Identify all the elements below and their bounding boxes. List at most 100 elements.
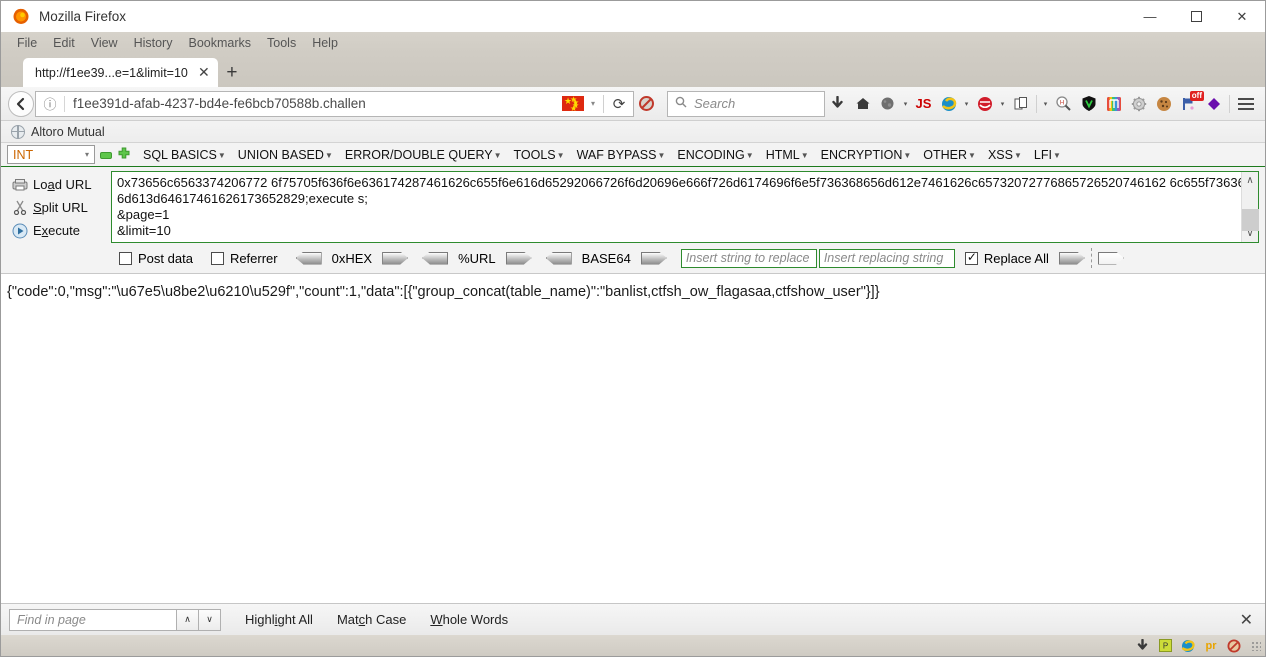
tamper-data-icon[interactable] [972,91,997,117]
injection-type-select[interactable]: INT ▾ [7,145,95,164]
flagfox-icon[interactable]: ★ ★ ★ ★ ★ [562,96,584,113]
post-data-checkbox[interactable]: Post data [119,251,193,266]
download-arrow-icon[interactable] [1134,638,1150,654]
replace-to-input[interactable]: Insert replacing string [818,248,955,268]
replace-extra-button[interactable] [1097,251,1124,265]
hackbar-menu-lfi[interactable]: LFI▼ [1034,148,1061,162]
add-tab-button[interactable] [117,147,131,162]
tamper-dropdown-caret-icon[interactable]: ▾ [997,100,1008,108]
site-identity-icon[interactable]: ⓘ [36,94,64,113]
js-toggle-icon[interactable]: JS [911,91,936,117]
scroll-up-icon[interactable]: ∧ [1246,172,1253,189]
execute-label: Execute [33,223,80,238]
url-text[interactable]: f1ee391d-afab-4237-bd4e-fe6bcb70588b.cha… [65,96,562,111]
hackbar-menu-tools[interactable]: TOOLS▼ [514,148,565,162]
diamond-icon[interactable] [1201,91,1226,117]
p-badge-icon[interactable]: P [1157,638,1173,654]
whole-words-button[interactable]: Whole Words [430,612,508,627]
find-previous-button[interactable]: ∧ [177,608,199,631]
hackbar-menu-xss[interactable]: XSS▼ [988,148,1022,162]
hackbar-menu-waf-bypass[interactable]: WAF BYPASS▼ [577,148,666,162]
url-bar[interactable]: ⓘ f1ee391d-afab-4237-bd4e-fe6bcb70588b.c… [35,90,634,117]
no-script-icon[interactable] [1226,638,1242,654]
hackbar-menu-other[interactable]: OTHER▼ [923,148,976,162]
hackbar-menu-encryption[interactable]: ENCRYPTION▼ [821,148,912,162]
noscript-icon[interactable] [634,91,659,117]
menu-history[interactable]: History [126,35,181,51]
url-encode-button[interactable] [505,251,532,265]
match-case-button[interactable]: Match Case [337,612,406,627]
replace-all-checkbox[interactable]: Replace All [964,250,1049,266]
payload-textarea[interactable]: 0x73656c6563374206772 6f75705f636f6e6361… [111,171,1259,243]
firefox-menu-button[interactable] [1233,91,1259,117]
menu-bookmarks[interactable]: Bookmarks [180,35,259,51]
bookmark-altoro-mutual[interactable]: Altoro Mutual [11,124,105,139]
shield-icon[interactable] [1076,91,1101,117]
highlight-all-button[interactable]: Highlight All [245,612,313,627]
flagfox-off-icon[interactable]: off [1176,90,1204,117]
scroll-thumb[interactable] [1241,209,1259,231]
gear-icon[interactable] [1126,91,1151,117]
pr-icon[interactable]: pr [1203,638,1219,654]
hex-decode-button[interactable] [295,251,322,265]
base64-label: BASE64 [581,250,631,266]
url-dropdown-caret-icon[interactable]: ▾ [586,99,600,108]
copy-page-icon[interactable] [1008,91,1033,117]
base64-encode-button[interactable] [640,251,667,265]
download-icon[interactable] [825,91,850,117]
zoom-icon[interactable]: H [1051,91,1076,117]
hex-label: 0xHEX [331,250,373,266]
split-url-button[interactable]: Split URL [7,196,111,219]
referrer-checkbox[interactable]: Referrer [210,251,278,266]
back-button[interactable] [7,90,35,117]
hackbar-body: Load URL Split URL Execute 0x73656c65633… [1,167,1265,273]
scroll-track[interactable] [1241,189,1259,231]
new-tab-button[interactable]: + [218,58,246,87]
ie-tab-icon[interactable] [936,91,961,117]
find-next-button[interactable]: ∨ [199,608,221,631]
moon-dropdown-caret-icon[interactable]: ▾ [900,100,911,108]
menu-view[interactable]: View [83,35,126,51]
moon-icon[interactable] [875,91,900,117]
execute-button[interactable]: Execute [7,219,111,242]
menu-edit[interactable]: Edit [45,35,83,51]
find-close-icon[interactable]: ✕ [1240,610,1253,630]
resize-grip[interactable] [1251,640,1261,651]
overflow-caret-icon[interactable]: ▾ [1040,100,1051,108]
menu-tools[interactable]: Tools [259,35,304,51]
menu-file[interactable]: File [9,35,45,51]
base64-decode-button[interactable] [545,251,572,265]
hackbar-menu-sql-basics[interactable]: SQL BASICS▼ [143,148,226,162]
minimize-button[interactable]: — [1127,1,1173,32]
menu-help[interactable]: Help [304,35,346,51]
checkbox-box [964,250,978,265]
hackbar-panel: INT ▾ SQL BASICS▼ UNION BASED▼ ERROR/DOU… [1,143,1265,274]
hackbar-menu-html[interactable]: HTML▼ [766,148,809,162]
bookmarks-toolbar: Altoro Mutual [1,121,1265,143]
replace-from-input[interactable]: Insert string to replace [680,248,817,268]
remove-tab-button[interactable] [100,151,112,159]
url-label: %URL [458,250,496,266]
hackbar-menu-encoding[interactable]: ENCODING▼ [677,148,753,162]
load-url-button[interactable]: Load URL [7,173,111,196]
browser-tab[interactable]: http://f1ee39...e=1&limit=10 ✕ [23,58,218,87]
home-icon[interactable] [850,91,875,117]
url-decode-button[interactable] [422,251,449,265]
close-button[interactable]: ✕ [1219,1,1265,32]
hackbar-menu-union-based[interactable]: UNION BASED▼ [238,148,333,162]
search-input[interactable]: Search [694,96,735,111]
replace-apply-button[interactable] [1058,251,1085,265]
maximize-button[interactable] [1173,1,1219,32]
ie-tab-icon[interactable] [1180,638,1196,654]
find-input[interactable]: Find in page [9,608,177,631]
rainbow-icon[interactable] [1101,91,1126,117]
search-bar[interactable]: Search [667,90,825,117]
reload-button[interactable]: ⟳ [607,95,631,113]
hex-encode-button[interactable] [382,251,409,265]
hackbar-menu-error-double-query[interactable]: ERROR/DOUBLE QUERY▼ [345,148,502,162]
payload-text[interactable]: 0x73656c6563374206772 6f75705f636f6e6361… [112,172,1241,242]
payload-scrollbar[interactable]: ∧ ∨ [1241,172,1259,242]
ie-tab-dropdown-caret-icon[interactable]: ▾ [961,100,972,108]
tab-close-icon[interactable]: ✕ [196,64,212,81]
cookie-icon[interactable] [1151,91,1176,117]
